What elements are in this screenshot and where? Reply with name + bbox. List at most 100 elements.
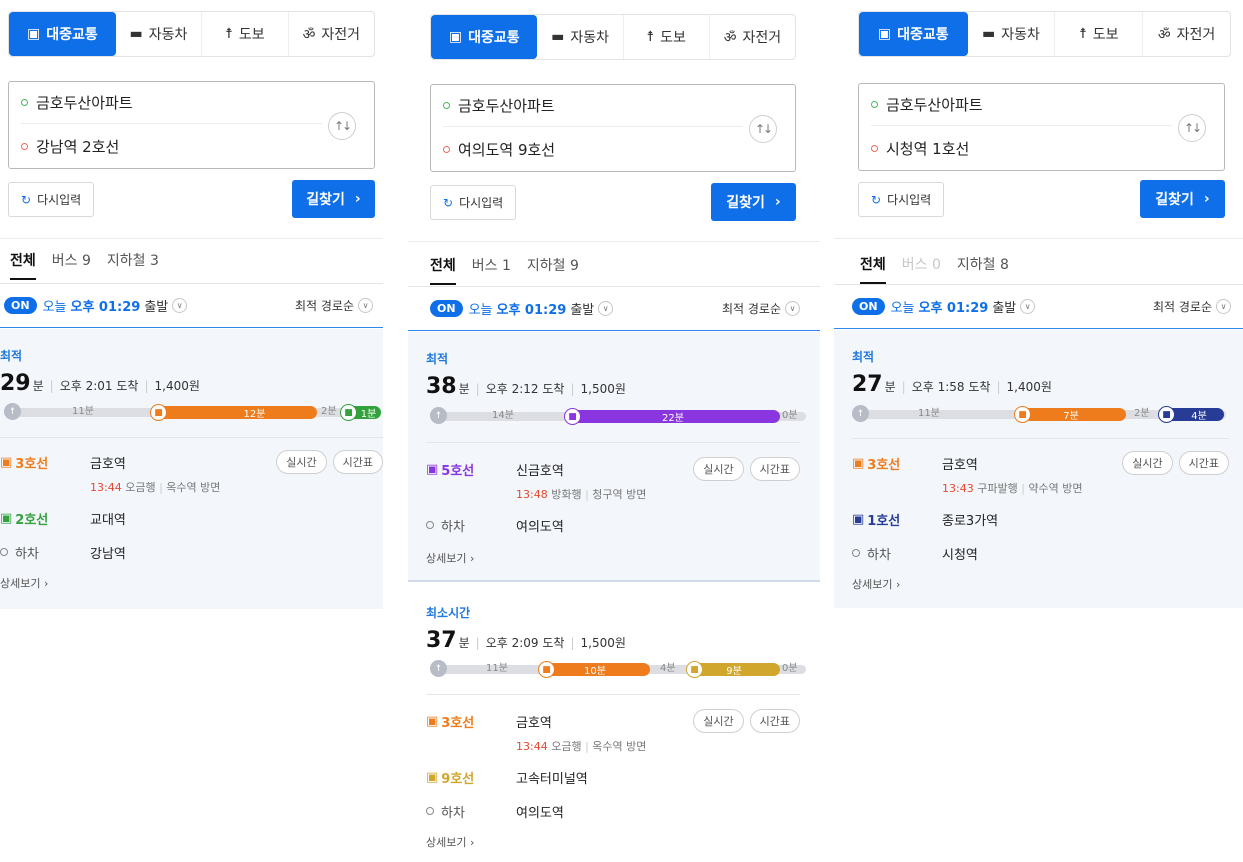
fare: 1,500원 — [580, 382, 626, 396]
timetable-button[interactable]: 시간표 — [749, 709, 800, 733]
route-label: 최적 — [0, 349, 23, 363]
chevron-down-icon: ∨ — [1216, 299, 1231, 314]
tab-all[interactable]: 전체 — [10, 250, 36, 280]
departure-time[interactable]: 오늘 오후 01:29 출발 ∨ — [469, 299, 614, 318]
walk-mid-label: 2분 — [321, 406, 337, 417]
subway-icon: ▣ — [426, 769, 439, 785]
destination-field[interactable]: 시청역 1호선 — [871, 127, 1172, 169]
mode-walk[interactable]: ☨ 도보 — [202, 12, 289, 56]
chevron-down-icon: ∨ — [598, 301, 614, 316]
details-link[interactable]: 상세보기 › — [426, 550, 474, 566]
step-row: 하차 시청역 — [852, 540, 1229, 566]
on-badge[interactable]: ON — [4, 297, 37, 314]
departure-info: 13:44 오금행 | 옥수역 방면 — [516, 740, 647, 753]
divider — [852, 438, 1229, 439]
walk-icon: ☨ — [430, 407, 447, 424]
swap-icon[interactable]: ↑↓ — [328, 112, 356, 140]
tab-all[interactable]: 전체 — [860, 254, 886, 284]
step-row: ▣ 5호선 신금호역 실시간 시간표 — [426, 456, 800, 482]
timetable-button[interactable]: 시간표 — [332, 450, 383, 474]
mode-transit[interactable]: ▣ 대중교통 — [859, 12, 968, 56]
divider — [0, 238, 383, 239]
route-card[interactable]: 최적 29 분 | 오후 2:01 도착 | 1,400원 ☨ 11분 ■ 12분 2분… — [0, 329, 383, 609]
route-summary: 27 분 | 오후 1:58 도착 | 1,400원 — [852, 372, 1052, 397]
destination-field[interactable]: 여의도역 9호선 — [443, 128, 743, 170]
mode-bike[interactable]: ॐ 자전거 — [289, 12, 374, 56]
route-card[interactable]: 최적 27 분 | 오후 1:58 도착 | 1,400원 ☨ 11분 ■ 7분 2분 … — [834, 330, 1243, 608]
origin-field[interactable]: 금호두산아파트 — [21, 82, 322, 124]
destination-field[interactable]: 강남역 2호선 — [21, 125, 322, 167]
route-timeline: ☨ 11분 ■ 12분 2분 ■ 1분 — [4, 403, 381, 421]
alight-icon — [852, 549, 860, 557]
on-badge[interactable]: ON — [852, 298, 885, 315]
route-card[interactable]: 최적 38 분 | 오후 2:12 도착 | 1,500원 ☨ 14분 ■ 22분 0분… — [408, 332, 820, 580]
search-button[interactable]: 길찾기 › — [1140, 180, 1225, 218]
on-badge[interactable]: ON — [430, 300, 463, 317]
panel-route-1: ▣ 대중교통 ▬ 자동차 ☨ 도보 ॐ 자전거 금호두산아파트 강남역 2호선 ↑↓ ↻… — [0, 0, 383, 862]
result-tabs: 전체 버스 9 지하철 3 — [10, 250, 159, 280]
departure-time[interactable]: 오늘 오후 01:29 출발 ∨ — [43, 296, 188, 315]
tab-subway[interactable]: 지하철 8 — [957, 254, 1009, 284]
subway-icon: ▣ — [426, 461, 439, 477]
route-label: 최적 — [852, 350, 875, 364]
destination-dot-icon — [871, 144, 878, 152]
route-card[interactable]: 최소시간 37 분 | 오후 2:09 도착 | 1,500원 ☨ 11분 ■ 10분 … — [408, 582, 820, 862]
tab-subway[interactable]: 지하철 3 — [107, 250, 159, 280]
mode-bike[interactable]: ॐ 자전거 — [710, 15, 795, 59]
mode-car[interactable]: ▬ 자동차 — [116, 12, 203, 56]
departure-time[interactable]: 오늘 오후 01:29 출발 ∨ — [891, 297, 1036, 316]
subway-icon: ■ — [564, 408, 581, 425]
timetable-button[interactable]: 시간표 — [749, 457, 800, 481]
origin-field[interactable]: 금호두산아파트 — [443, 85, 743, 127]
origin-field[interactable]: 금호두산아파트 — [871, 84, 1172, 126]
mode-walk[interactable]: ☨ 도보 — [624, 15, 710, 59]
reset-button[interactable]: ↻ 다시입력 — [430, 185, 517, 220]
details-link[interactable]: 상세보기 › — [852, 576, 900, 592]
sort-select[interactable]: 최적 경로순 ∨ — [722, 300, 800, 317]
destination-dot-icon — [21, 142, 28, 150]
divider — [834, 238, 1243, 239]
realtime-button[interactable]: 실시간 — [276, 450, 327, 474]
segment-line3: ■ 7분 — [1014, 406, 1126, 423]
tab-bus[interactable]: 버스 1 — [472, 255, 511, 285]
mode-car[interactable]: ▬ 자동차 — [968, 12, 1056, 56]
mode-transit[interactable]: ▣ 대중교통 — [9, 12, 116, 56]
swap-icon[interactable]: ↑↓ — [749, 115, 777, 143]
tab-bus: 버스 0 — [901, 257, 941, 273]
chevron-down-icon: ∨ — [172, 298, 188, 313]
reset-button[interactable]: ↻ 다시입력 — [8, 182, 95, 217]
reset-button[interactable]: ↻ 다시입력 — [858, 182, 945, 217]
walk-icon: ☨ — [430, 660, 447, 677]
departure-info: 13:48 방화행 | 청구역 방면 — [516, 488, 647, 501]
mode-car[interactable]: ▬ 자동차 — [537, 15, 624, 59]
route-timeline: ☨ 11분 ■ 10분 4분 ■ 9분 0분 — [430, 660, 806, 678]
bike-icon: ॐ — [302, 26, 316, 43]
mode-transit[interactable]: ▣ 대중교통 — [431, 15, 538, 59]
realtime-button[interactable]: 실시간 — [1122, 451, 1173, 475]
mode-bike[interactable]: ॐ 자전거 — [1143, 12, 1230, 56]
sort-select[interactable]: 최적 경로순 ∨ — [1153, 298, 1231, 315]
realtime-button[interactable]: 실시간 — [693, 457, 744, 481]
search-button[interactable]: 길찾기 › — [292, 180, 375, 218]
realtime-button[interactable]: 실시간 — [693, 709, 744, 733]
details-link[interactable]: 상세보기 › — [0, 575, 48, 591]
tab-bus[interactable]: 버스 9 — [52, 250, 91, 280]
subway-icon: ■ — [150, 404, 167, 421]
details-link[interactable]: 상세보기 › — [426, 834, 474, 850]
search-button[interactable]: 길찾기 › — [711, 183, 796, 221]
car-icon: ▬ — [129, 26, 143, 42]
segment-line3: ■ 12분 — [150, 404, 317, 421]
sort-select[interactable]: 최적 경로순 ∨ — [295, 297, 373, 314]
walk-icon: ☨ — [1079, 26, 1087, 42]
tab-all[interactable]: 전체 — [430, 255, 456, 285]
timetable-button[interactable]: 시간표 — [1178, 451, 1229, 475]
mode-walk[interactable]: ☨ 도보 — [1055, 12, 1144, 56]
swap-icon[interactable]: ↑↓ — [1178, 114, 1206, 142]
tab-subway[interactable]: 지하철 9 — [527, 255, 579, 285]
chevron-down-icon: ∨ — [358, 298, 373, 313]
walk-mid-label: 4분 — [660, 663, 676, 674]
subway-icon: ▣ — [426, 713, 439, 729]
station-name: 금호역 — [942, 457, 978, 473]
refresh-icon: ↻ — [871, 192, 882, 207]
subway-icon: ■ — [1158, 406, 1175, 423]
